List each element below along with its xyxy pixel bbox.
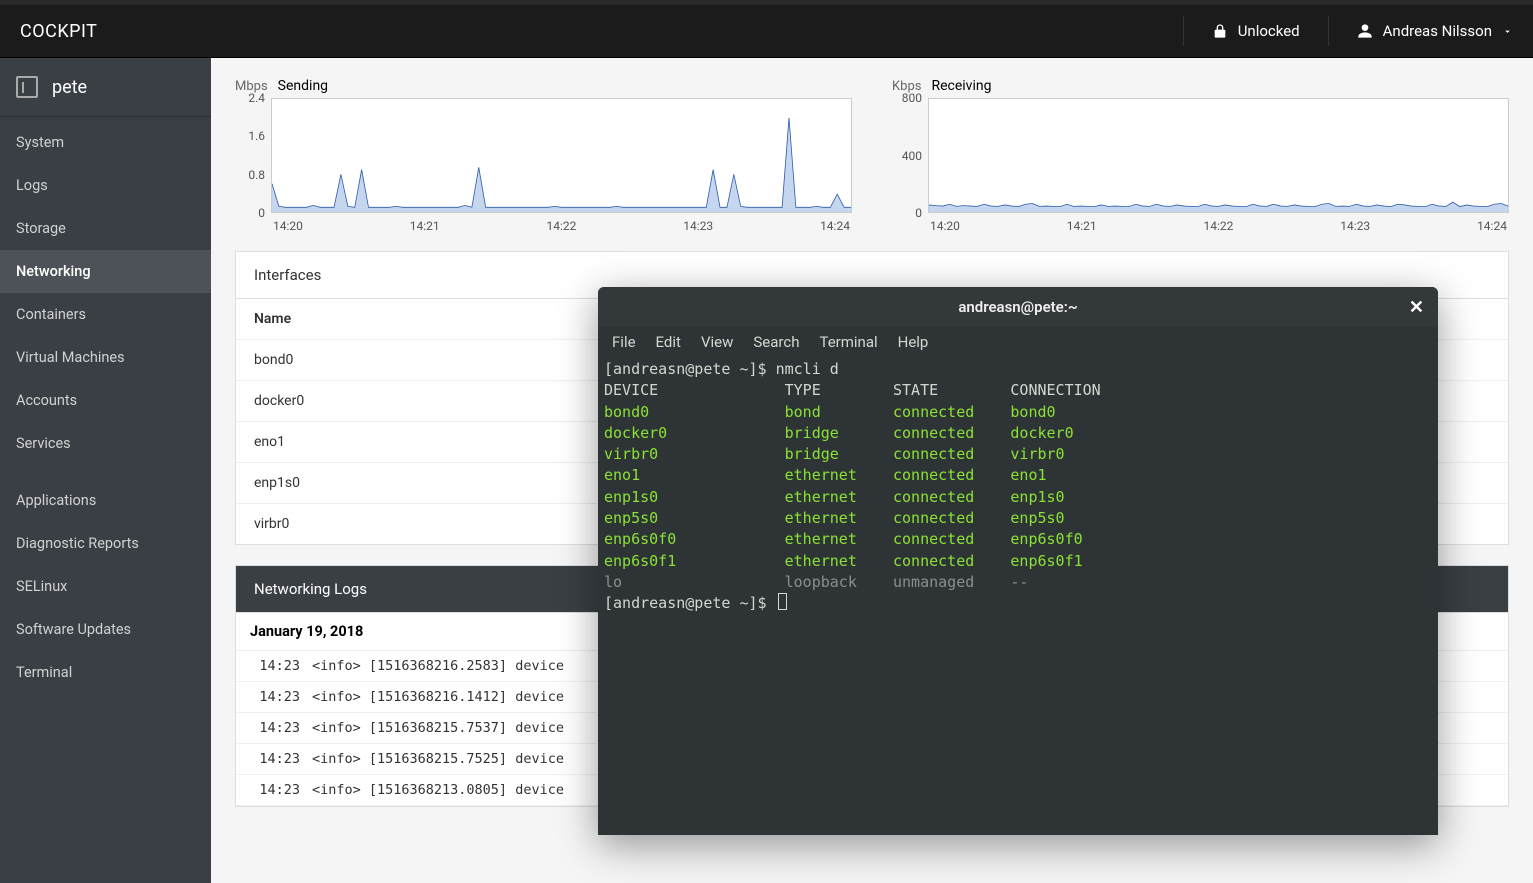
- chart-title: Sending: [278, 78, 328, 94]
- terminal-window[interactable]: andreasn@pete:~ ✕ File Edit View Search Term…: [598, 287, 1438, 835]
- terminal-menu-edit[interactable]: Edit: [656, 333, 681, 351]
- server-icon: [16, 76, 38, 98]
- log-message: <info> [1516368215.7537] device: [312, 720, 564, 736]
- sidebar-item-containers[interactable]: Containers: [0, 293, 211, 336]
- chart-title: Receiving: [931, 78, 991, 94]
- terminal-menu-file[interactable]: File: [612, 333, 636, 351]
- chart-sending: Mbps Sending 00.81.62.4 14:2014:2114:221…: [235, 78, 852, 233]
- chart-y-axis: 0400800: [892, 98, 924, 213]
- log-message: <info> [1516368216.2583] device: [312, 658, 564, 674]
- user-name: Andreas Nilsson: [1383, 22, 1492, 40]
- user-menu[interactable]: Andreas Nilsson: [1357, 22, 1513, 40]
- sidebar-item-services[interactable]: Services: [0, 422, 211, 465]
- person-icon: [1357, 23, 1373, 39]
- chevron-down-icon: [1502, 26, 1513, 37]
- chart-y-axis: 00.81.62.4: [235, 98, 267, 213]
- nav-list: SystemLogsStorageNetworkingContainersVir…: [0, 117, 211, 694]
- log-time: 14:23: [250, 689, 300, 705]
- chart-receiving: Kbps Receiving 0400800 14:2014:2114:2214…: [892, 78, 1509, 233]
- sidebar-item-system[interactable]: System: [0, 121, 211, 164]
- sidebar-item-storage[interactable]: Storage: [0, 207, 211, 250]
- log-time: 14:23: [250, 720, 300, 736]
- header-separator: [1183, 16, 1184, 46]
- charts-row: Mbps Sending 00.81.62.4 14:2014:2114:221…: [235, 78, 1509, 233]
- lock-icon: [1212, 23, 1228, 39]
- terminal-titlebar[interactable]: andreasn@pete:~ ✕: [598, 287, 1438, 327]
- host-name: pete: [52, 77, 87, 98]
- sidebar: pete SystemLogsStorageNetworkingContaine…: [0, 58, 211, 883]
- lock-label: Unlocked: [1238, 22, 1300, 40]
- sidebar-item-terminal[interactable]: Terminal: [0, 651, 211, 694]
- log-time: 14:23: [250, 658, 300, 674]
- sidebar-item-virtual-machines[interactable]: Virtual Machines: [0, 336, 211, 379]
- chart-x-axis: 14:2014:2114:2214:2314:24: [928, 219, 1509, 233]
- host-header[interactable]: pete: [0, 58, 211, 117]
- log-message: <info> [1516368213.0805] device: [312, 782, 564, 798]
- app-header: COCKPIT Unlocked Andreas Nilsson: [0, 5, 1533, 58]
- terminal-title: andreasn@pete:~: [958, 298, 1077, 316]
- log-time: 14:23: [250, 782, 300, 798]
- terminal-menu-view[interactable]: View: [701, 333, 733, 351]
- terminal-menu-search[interactable]: Search: [753, 333, 799, 351]
- brand-logo[interactable]: COCKPIT: [20, 21, 97, 42]
- terminal-menu-help[interactable]: Help: [898, 333, 929, 351]
- sidebar-item-networking[interactable]: Networking: [0, 250, 211, 293]
- terminal-menu-terminal[interactable]: Terminal: [819, 333, 877, 351]
- log-message: <info> [1516368215.7525] device: [312, 751, 564, 767]
- header-separator: [1328, 16, 1329, 46]
- sidebar-item-logs[interactable]: Logs: [0, 164, 211, 207]
- log-message: <info> [1516368216.1412] device: [312, 689, 564, 705]
- sidebar-item-applications[interactable]: Applications: [0, 479, 211, 522]
- chart-x-axis: 14:2014:2114:2214:2314:24: [271, 219, 852, 233]
- terminal-menubar: File Edit View Search Terminal Help: [598, 327, 1438, 357]
- sidebar-item-accounts[interactable]: Accounts: [0, 379, 211, 422]
- sidebar-item-selinux[interactable]: SELinux: [0, 565, 211, 608]
- header-right: Unlocked Andreas Nilsson: [1183, 16, 1513, 46]
- sidebar-item-software-updates[interactable]: Software Updates: [0, 608, 211, 651]
- log-time: 14:23: [250, 751, 300, 767]
- terminal-body[interactable]: [andreasn@pete ~]$ nmcli dDEVICE TYPE ST…: [598, 357, 1438, 835]
- chart-plot[interactable]: [271, 98, 852, 213]
- close-icon[interactable]: ✕: [1409, 297, 1424, 318]
- sidebar-item-diagnostic-reports[interactable]: Diagnostic Reports: [0, 522, 211, 565]
- chart-plot[interactable]: [928, 98, 1509, 213]
- privilege-toggle[interactable]: Unlocked: [1212, 22, 1300, 40]
